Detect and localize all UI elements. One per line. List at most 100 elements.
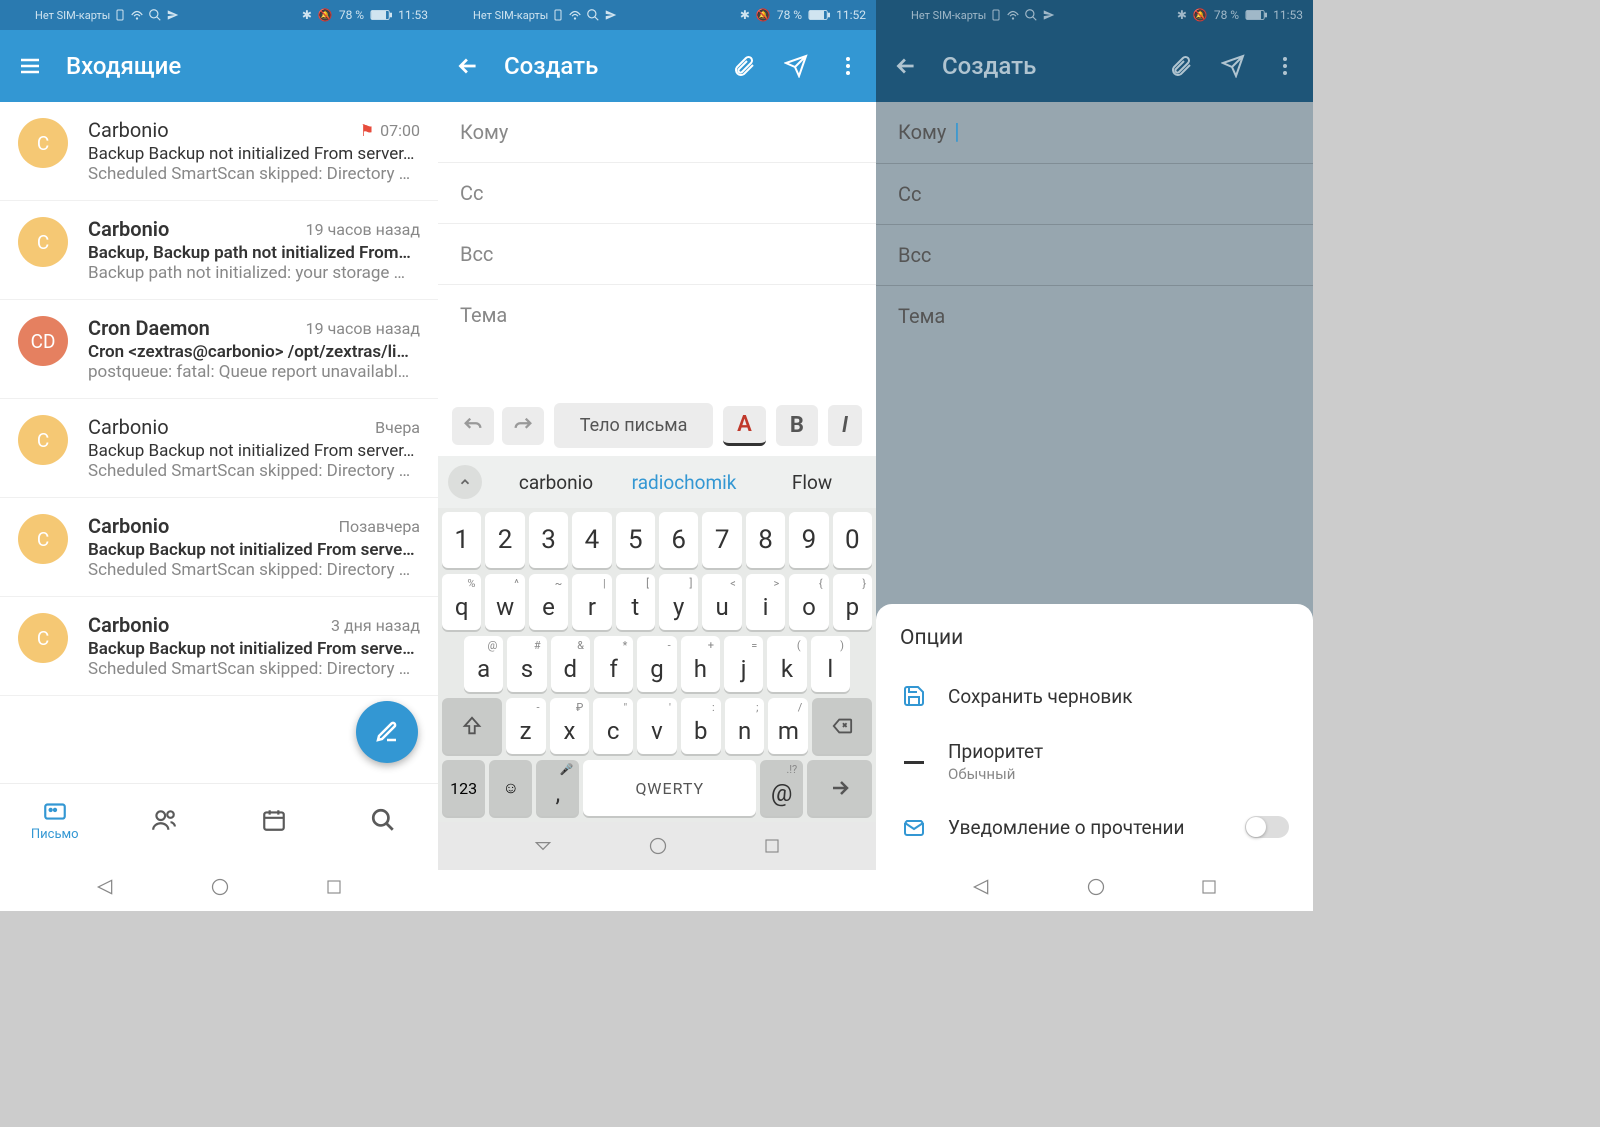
avatar: C [18, 613, 68, 663]
key-l[interactable]: )l [811, 636, 850, 692]
key-g[interactable]: -g [637, 636, 676, 692]
key-h[interactable]: +h [681, 636, 720, 692]
key-f[interactable]: *f [594, 636, 633, 692]
key-s[interactable]: #s [507, 636, 546, 692]
key-u[interactable]: <u [702, 574, 741, 630]
key-z[interactable]: -z [506, 698, 546, 754]
key-7[interactable]: 7 [702, 512, 741, 568]
key-k[interactable]: (k [767, 636, 806, 692]
attach-button[interactable] [728, 50, 760, 82]
home-button[interactable] [648, 836, 668, 856]
suggestion-3[interactable]: Flow [758, 471, 866, 494]
battery-percent: 78 % [339, 8, 364, 22]
text-color-button[interactable]: A [723, 406, 766, 446]
numbers-key[interactable]: 123 [442, 760, 485, 816]
nav-calendar[interactable] [239, 807, 309, 833]
key-w[interactable]: ^w [485, 574, 524, 630]
compose-header-dimmed: Создать [876, 30, 1313, 102]
email-item[interactable]: C Carbonio Вчера Backup Backup not initi… [0, 399, 438, 498]
key-3[interactable]: 3 [529, 512, 568, 568]
undo-button[interactable] [452, 407, 494, 445]
mute-icon: 🔕 [318, 8, 333, 22]
key-n[interactable]: ;n [725, 698, 765, 754]
comma-key[interactable]: 🎤, [536, 760, 579, 816]
key-e[interactable]: ~e [529, 574, 568, 630]
read-receipt-toggle[interactable] [1245, 816, 1289, 838]
preview: Scheduled SmartScan skipped: Directory … [88, 560, 420, 580]
back-button[interactable] [95, 877, 115, 897]
key-m[interactable]: /m [768, 698, 808, 754]
period-key[interactable]: .!?@ [760, 760, 803, 816]
menu-button[interactable] [12, 48, 48, 84]
emoji-key[interactable]: ☺ [489, 760, 532, 816]
key-0[interactable]: 0 [833, 512, 872, 568]
compose-header: Создать [438, 30, 876, 102]
key-6[interactable]: 6 [659, 512, 698, 568]
key-r[interactable]: |r [572, 574, 611, 630]
recent-button[interactable] [1200, 878, 1218, 896]
compose-fab[interactable] [356, 701, 418, 763]
suggestion-2[interactable]: radiochomik [630, 471, 738, 494]
suggestion-1[interactable]: carbonio [502, 471, 610, 494]
option-read-receipt[interactable]: Уведомление о прочтении [876, 799, 1313, 855]
key-x[interactable]: ₽x [550, 698, 590, 754]
key-o[interactable]: {o [789, 574, 828, 630]
home-button[interactable] [1086, 877, 1106, 897]
key-2[interactable]: 2 [485, 512, 524, 568]
body-placeholder[interactable]: Тело письма [554, 403, 713, 448]
bcc-field[interactable]: Bcc [438, 224, 876, 285]
nav-search[interactable] [348, 807, 418, 833]
inbox-screen: Нет SIM-карты ✱ 🔕 78 % 11:53 Входящие C … [0, 0, 438, 911]
redo-button[interactable] [502, 407, 544, 445]
more-button[interactable] [832, 50, 864, 82]
key-5[interactable]: 5 [616, 512, 655, 568]
email-item[interactable]: CD Cron Daemon 19 часов назад Cron <zext… [0, 300, 438, 399]
key-b[interactable]: :b [681, 698, 721, 754]
send-button[interactable] [780, 50, 812, 82]
key-i[interactable]: >i [746, 574, 785, 630]
key-q[interactable]: %q [442, 574, 481, 630]
option-priority[interactable]: Приоритет Обычный [876, 724, 1313, 799]
shift-key[interactable] [442, 698, 502, 754]
key-d[interactable]: &d [551, 636, 590, 692]
bold-button[interactable]: B [776, 405, 818, 446]
space-key[interactable]: QWERTY [583, 760, 756, 816]
key-p[interactable]: }p [833, 574, 872, 630]
nav-mail[interactable]: Письмо [20, 798, 90, 842]
nav-contacts[interactable] [129, 807, 199, 833]
email-item[interactable]: C Carbonio ⚑07:00 Backup Backup not init… [0, 102, 438, 201]
email-item[interactable]: C Carbonio 19 часов назад Backup, Backup… [0, 201, 438, 300]
cc-field[interactable]: Cc [438, 163, 876, 224]
keyboard[interactable]: 1234567890 %q^w~e|r[t]y<u>i{o}p @a#s&d*f… [438, 508, 876, 822]
home-button[interactable] [210, 877, 230, 897]
recent-button[interactable] [763, 837, 781, 855]
back-button[interactable] [971, 877, 991, 897]
subject: Backup Backup not initialized From serve… [88, 639, 420, 659]
enter-key[interactable] [807, 760, 872, 816]
key-j[interactable]: =j [724, 636, 763, 692]
key-1[interactable]: 1 [442, 512, 481, 568]
backspace-key[interactable] [812, 698, 872, 754]
option-save-draft[interactable]: Сохранить черновик [876, 668, 1313, 724]
key-v[interactable]: 'v [637, 698, 677, 754]
subject-field[interactable]: Тема [438, 285, 876, 345]
recent-button[interactable] [325, 878, 343, 896]
to-field[interactable]: Кому [438, 102, 876, 163]
email-item[interactable]: C Carbonio Позавчера Backup Backup not i… [0, 498, 438, 597]
email-item[interactable]: C Carbonio 3 дня назад Backup Backup not… [0, 597, 438, 696]
italic-button[interactable]: I [828, 405, 862, 446]
hide-kb-button[interactable] [533, 836, 553, 856]
key-c[interactable]: "c [593, 698, 633, 754]
key-4[interactable]: 4 [572, 512, 611, 568]
key-y[interactable]: ]y [659, 574, 698, 630]
status-bar: Нет SIM-карты ✱ 🔕 78 % 11:53 [0, 0, 438, 30]
preview: Scheduled SmartScan skipped: Directory … [88, 461, 420, 481]
key-a[interactable]: @a [464, 636, 503, 692]
email-list[interactable]: C Carbonio ⚑07:00 Backup Backup not init… [0, 102, 438, 783]
back-button[interactable] [450, 48, 486, 84]
key-9[interactable]: 9 [789, 512, 828, 568]
key-8[interactable]: 8 [746, 512, 785, 568]
back-button[interactable] [888, 48, 924, 84]
key-t[interactable]: [t [616, 574, 655, 630]
expand-suggestions[interactable] [448, 465, 482, 499]
